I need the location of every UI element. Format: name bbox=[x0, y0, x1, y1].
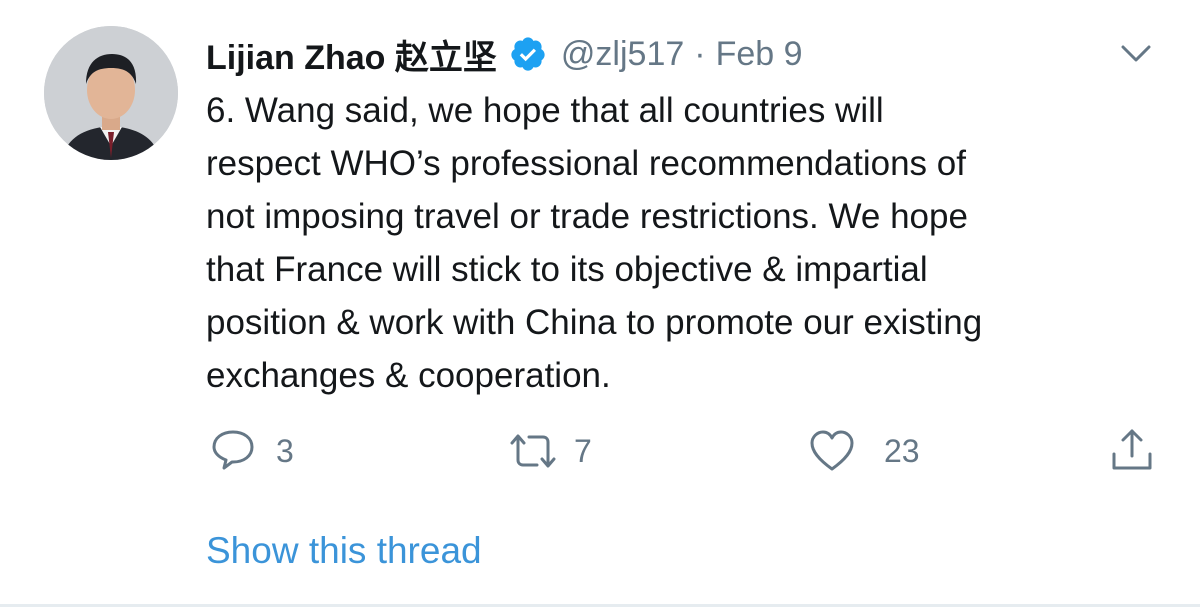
chevron-down-icon[interactable] bbox=[1116, 38, 1156, 68]
avatar[interactable] bbox=[44, 26, 178, 160]
reply-icon bbox=[210, 428, 256, 474]
divider bbox=[0, 604, 1200, 607]
retweet-icon bbox=[508, 428, 558, 474]
author-name[interactable]: Lijian Zhao 赵立坚 bbox=[206, 30, 497, 79]
show-thread-link[interactable]: Show this thread bbox=[206, 530, 482, 572]
verified-badge-icon bbox=[509, 35, 547, 73]
retweet-button[interactable]: 7 bbox=[508, 428, 592, 474]
tweet-text: 6. Wang said, we hope that all countries… bbox=[206, 91, 983, 395]
tweet-header: Lijian Zhao 赵立坚 @zlj517 · Feb 9 bbox=[206, 28, 803, 80]
author-handle[interactable]: @zlj517 bbox=[561, 35, 684, 74]
like-icon bbox=[808, 428, 856, 474]
share-button[interactable] bbox=[1108, 426, 1156, 474]
reply-button[interactable]: 3 bbox=[210, 428, 294, 474]
tweet-date[interactable]: Feb 9 bbox=[716, 35, 803, 74]
retweet-count: 7 bbox=[574, 432, 592, 469]
reply-count: 3 bbox=[276, 432, 294, 469]
like-button[interactable]: 23 bbox=[808, 428, 920, 474]
separator-dot: · bbox=[694, 34, 706, 73]
action-bar: 3 7 23 bbox=[0, 420, 1200, 480]
avatar-image bbox=[44, 26, 178, 160]
like-count: 23 bbox=[884, 432, 920, 469]
share-icon bbox=[1108, 426, 1156, 474]
